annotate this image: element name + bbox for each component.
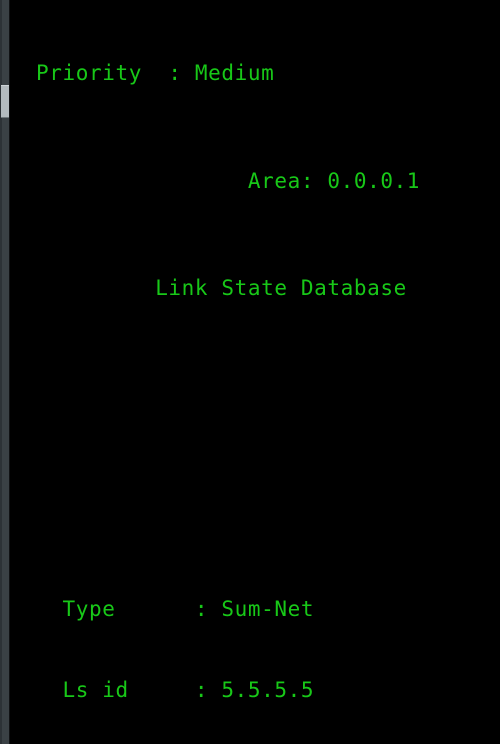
vertical-scrollbar[interactable] [0,0,10,744]
clipped-previous-entry-priority-line: Priority : Medium [36,61,275,86]
terminal-output[interactable]: Priority : Medium Area: 0.0.0.1 Link Sta… [0,0,500,744]
scrollbar-thumb[interactable] [1,85,9,118]
area-header-line: Area: 0.0.0.1 [36,168,421,193]
lsa-entry-lsid-line: Ls id : 5.5.5.5 [36,677,315,702]
lsa-entry-type-line: Type : Sum-Net [36,597,315,622]
terminal-window: Priority : Medium Area: 0.0.0.1 Link Sta… [0,0,500,744]
link-state-database-title-line: Link State Database [36,275,407,300]
